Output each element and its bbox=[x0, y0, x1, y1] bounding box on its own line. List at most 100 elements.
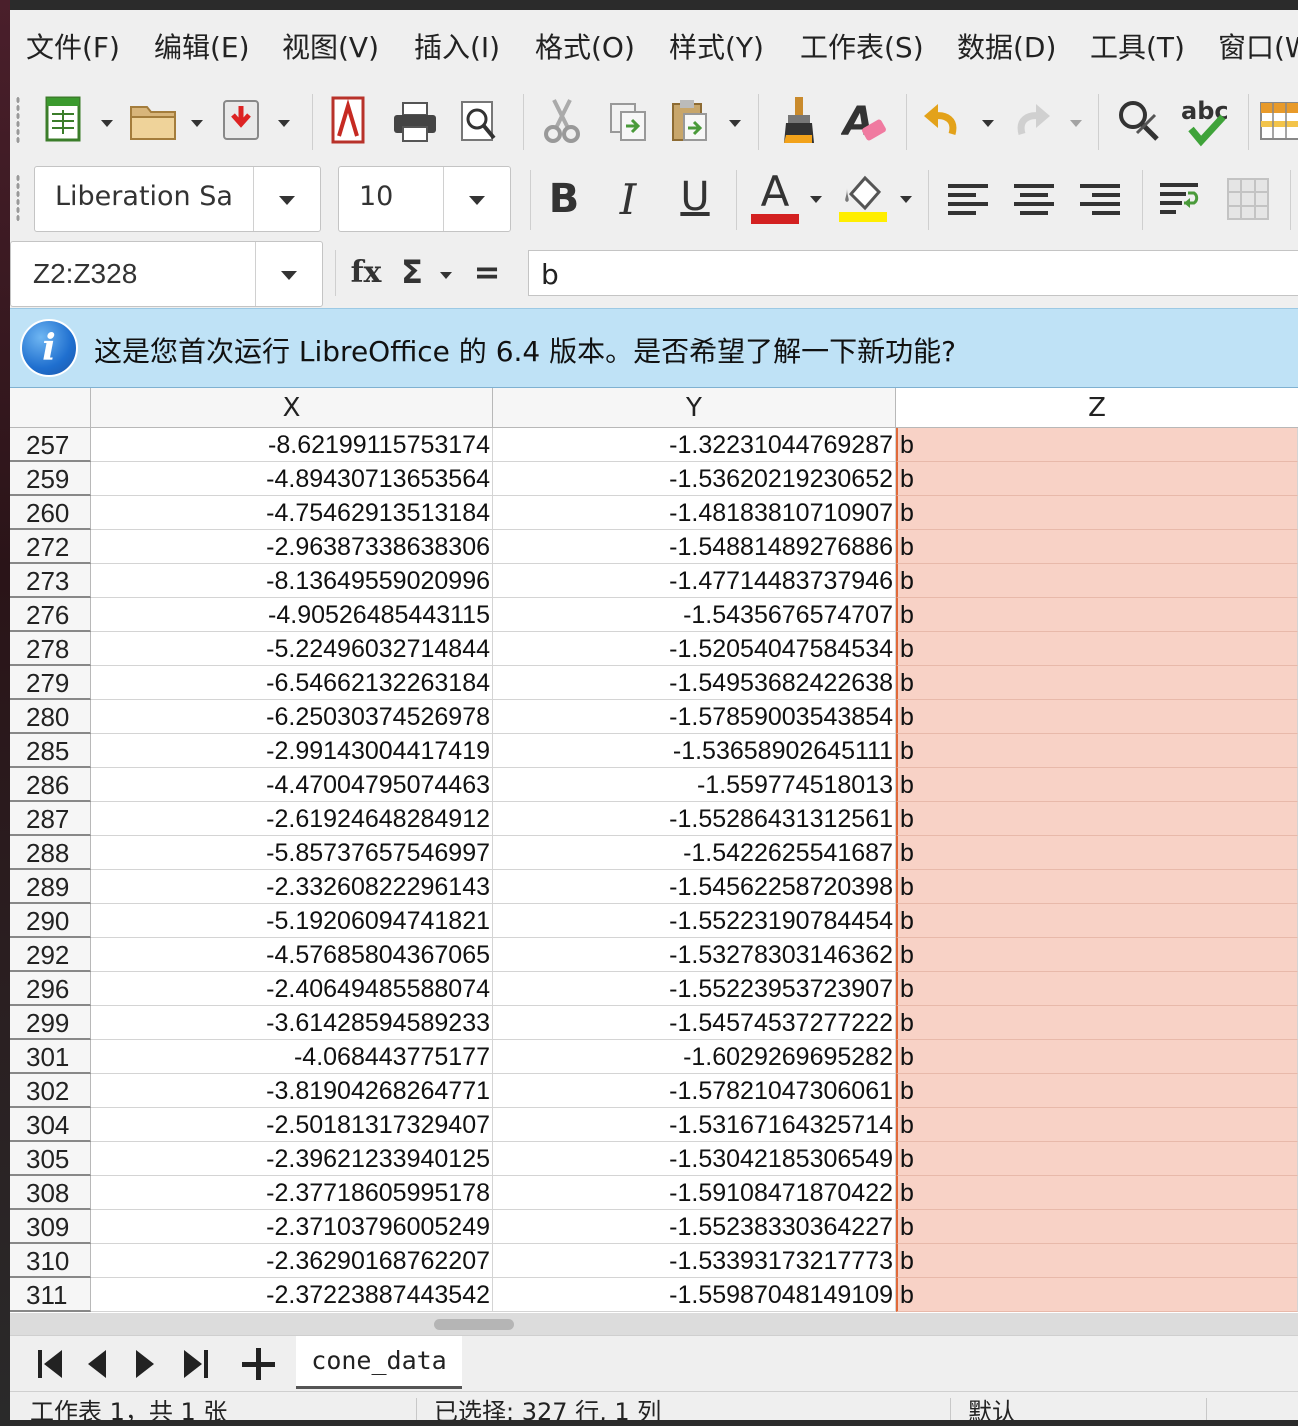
row-header[interactable]: 278 bbox=[10, 632, 91, 666]
cell-z[interactable]: b bbox=[896, 1040, 1298, 1074]
cell-z[interactable]: b bbox=[896, 1278, 1298, 1312]
cell-x[interactable]: -2.61924648284912 bbox=[91, 802, 493, 836]
row-header[interactable]: 299 bbox=[10, 1006, 91, 1040]
cell-z[interactable]: b bbox=[896, 564, 1298, 598]
font-size-combobox[interactable]: 10 bbox=[338, 166, 511, 232]
cell-z[interactable]: b bbox=[896, 1210, 1298, 1244]
spellcheck-icon[interactable]: abc bbox=[1176, 94, 1232, 148]
cell-y[interactable]: -1.32231044769287 bbox=[493, 428, 896, 462]
row-header[interactable]: 272 bbox=[10, 530, 91, 564]
name-box-value[interactable]: Z2:Z328 bbox=[33, 258, 137, 290]
row-header[interactable]: 311 bbox=[10, 1278, 91, 1312]
cell-x[interactable]: -4.47004795074463 bbox=[91, 768, 493, 802]
cell-y[interactable]: -1.57821047306061 bbox=[493, 1074, 896, 1108]
cell-x[interactable]: -4.75462913513184 bbox=[91, 496, 493, 530]
cell-y[interactable]: -1.5422625541687 bbox=[493, 836, 896, 870]
row-header[interactable]: 289 bbox=[10, 870, 91, 904]
cell-z[interactable]: b bbox=[896, 972, 1298, 1006]
select-all-corner[interactable] bbox=[10, 388, 91, 427]
scrollbar-thumb[interactable] bbox=[434, 1319, 514, 1330]
wrap-text-icon[interactable] bbox=[1156, 176, 1206, 222]
align-left-icon[interactable] bbox=[944, 176, 992, 222]
align-right-icon[interactable] bbox=[1076, 176, 1124, 222]
copy-icon[interactable] bbox=[606, 98, 650, 146]
cell-y[interactable]: -1.47714483737946 bbox=[493, 564, 896, 598]
highlight-dropdown-arrow[interactable] bbox=[900, 196, 912, 203]
paste-icon[interactable] bbox=[668, 96, 712, 146]
column-header-y[interactable]: Y bbox=[493, 388, 896, 427]
find-replace-icon[interactable] bbox=[1114, 96, 1164, 146]
font-color-icon[interactable]: A bbox=[748, 168, 802, 226]
column-header-x[interactable]: X bbox=[91, 388, 493, 427]
menu-insert[interactable]: 插入(I) bbox=[414, 26, 500, 66]
export-pdf-icon[interactable] bbox=[328, 94, 368, 148]
redo-dropdown-arrow[interactable] bbox=[1070, 120, 1082, 127]
align-center-icon[interactable] bbox=[1010, 176, 1058, 222]
cell-x[interactable]: -8.13649559020996 bbox=[91, 564, 493, 598]
highlight-color-icon[interactable] bbox=[836, 168, 890, 226]
cell-z[interactable]: b bbox=[896, 1006, 1298, 1040]
cell-x[interactable]: -6.54662132263184 bbox=[91, 666, 493, 700]
row-header[interactable]: 304 bbox=[10, 1108, 91, 1142]
cell-grid[interactable]: 257 -8.62199115753174 -1.32231044769287 b 25… bbox=[10, 428, 1298, 1313]
cell-y[interactable]: -1.54881489276886 bbox=[493, 530, 896, 564]
new-spreadsheet-icon[interactable] bbox=[42, 94, 86, 146]
cell-y[interactable]: -1.53620219230652 bbox=[493, 462, 896, 496]
menu-file[interactable]: 文件(F) bbox=[26, 26, 120, 66]
cell-x[interactable]: -2.96387338638306 bbox=[91, 530, 493, 564]
redo-icon[interactable] bbox=[1010, 100, 1054, 144]
horizontal-scrollbar[interactable] bbox=[10, 1313, 1298, 1335]
italic-button[interactable]: I bbox=[608, 172, 648, 226]
cell-z[interactable]: b bbox=[896, 666, 1298, 700]
cut-icon[interactable] bbox=[540, 96, 584, 146]
row-header[interactable]: 286 bbox=[10, 768, 91, 802]
cell-y[interactable]: -1.55223953723907 bbox=[493, 972, 896, 1006]
row-header[interactable]: 288 bbox=[10, 836, 91, 870]
row-header[interactable]: 276 bbox=[10, 598, 91, 632]
row-header[interactable]: 296 bbox=[10, 972, 91, 1006]
cell-z[interactable]: b bbox=[896, 632, 1298, 666]
font-size-dropdown[interactable] bbox=[443, 167, 510, 231]
cell-x[interactable]: -3.61428594589233 bbox=[91, 1006, 493, 1040]
cell-x[interactable]: -2.37718605995178 bbox=[91, 1176, 493, 1210]
cell-z[interactable]: b bbox=[896, 496, 1298, 530]
open-dropdown-arrow[interactable] bbox=[191, 120, 203, 127]
print-icon[interactable] bbox=[390, 98, 440, 146]
cell-y[interactable]: -1.55987048149109 bbox=[493, 1278, 896, 1312]
row-header[interactable]: 273 bbox=[10, 564, 91, 598]
row-column-icon[interactable] bbox=[1258, 98, 1298, 144]
cell-x[interactable]: -4.89430713653564 bbox=[91, 462, 493, 496]
cell-z[interactable]: b bbox=[896, 1142, 1298, 1176]
font-color-dropdown-arrow[interactable] bbox=[810, 196, 822, 203]
cell-z[interactable]: b bbox=[896, 598, 1298, 632]
cell-y[interactable]: -1.48183810710907 bbox=[493, 496, 896, 530]
sheet-tab-cone-data[interactable]: cone_data bbox=[296, 1336, 462, 1389]
font-name-combobox[interactable]: Liberation Sa bbox=[34, 166, 321, 232]
name-box[interactable]: Z2:Z328 bbox=[10, 241, 323, 307]
row-header[interactable]: 309 bbox=[10, 1210, 91, 1244]
last-sheet-icon[interactable] bbox=[174, 1344, 214, 1384]
clone-formatting-icon[interactable] bbox=[776, 94, 822, 148]
cell-z[interactable]: b bbox=[896, 870, 1298, 904]
cell-z[interactable]: b bbox=[896, 462, 1298, 496]
menu-tools[interactable]: 工具(T) bbox=[1090, 26, 1185, 66]
row-header[interactable]: 285 bbox=[10, 734, 91, 768]
name-box-dropdown[interactable] bbox=[255, 242, 322, 306]
cell-y[interactable]: -1.6029269695282 bbox=[493, 1040, 896, 1074]
cell-x[interactable]: -4.90526485443115 bbox=[91, 598, 493, 632]
merge-cells-icon[interactable] bbox=[1224, 172, 1272, 226]
cell-x[interactable]: -2.37103796005249 bbox=[91, 1210, 493, 1244]
next-sheet-icon[interactable] bbox=[124, 1344, 164, 1384]
cell-z[interactable]: b bbox=[896, 802, 1298, 836]
row-header[interactable]: 308 bbox=[10, 1176, 91, 1210]
cell-z[interactable]: b bbox=[896, 768, 1298, 802]
cell-x[interactable]: -8.62199115753174 bbox=[91, 428, 493, 462]
underline-button[interactable]: U bbox=[672, 170, 718, 224]
open-folder-icon[interactable] bbox=[128, 98, 178, 144]
cell-x[interactable]: -5.19206094741821 bbox=[91, 904, 493, 938]
cell-z[interactable]: b bbox=[896, 1108, 1298, 1142]
menu-view[interactable]: 视图(V) bbox=[282, 26, 379, 66]
sum-dropdown-arrow[interactable] bbox=[440, 272, 452, 279]
row-header[interactable]: 310 bbox=[10, 1244, 91, 1278]
row-header[interactable]: 260 bbox=[10, 496, 91, 530]
